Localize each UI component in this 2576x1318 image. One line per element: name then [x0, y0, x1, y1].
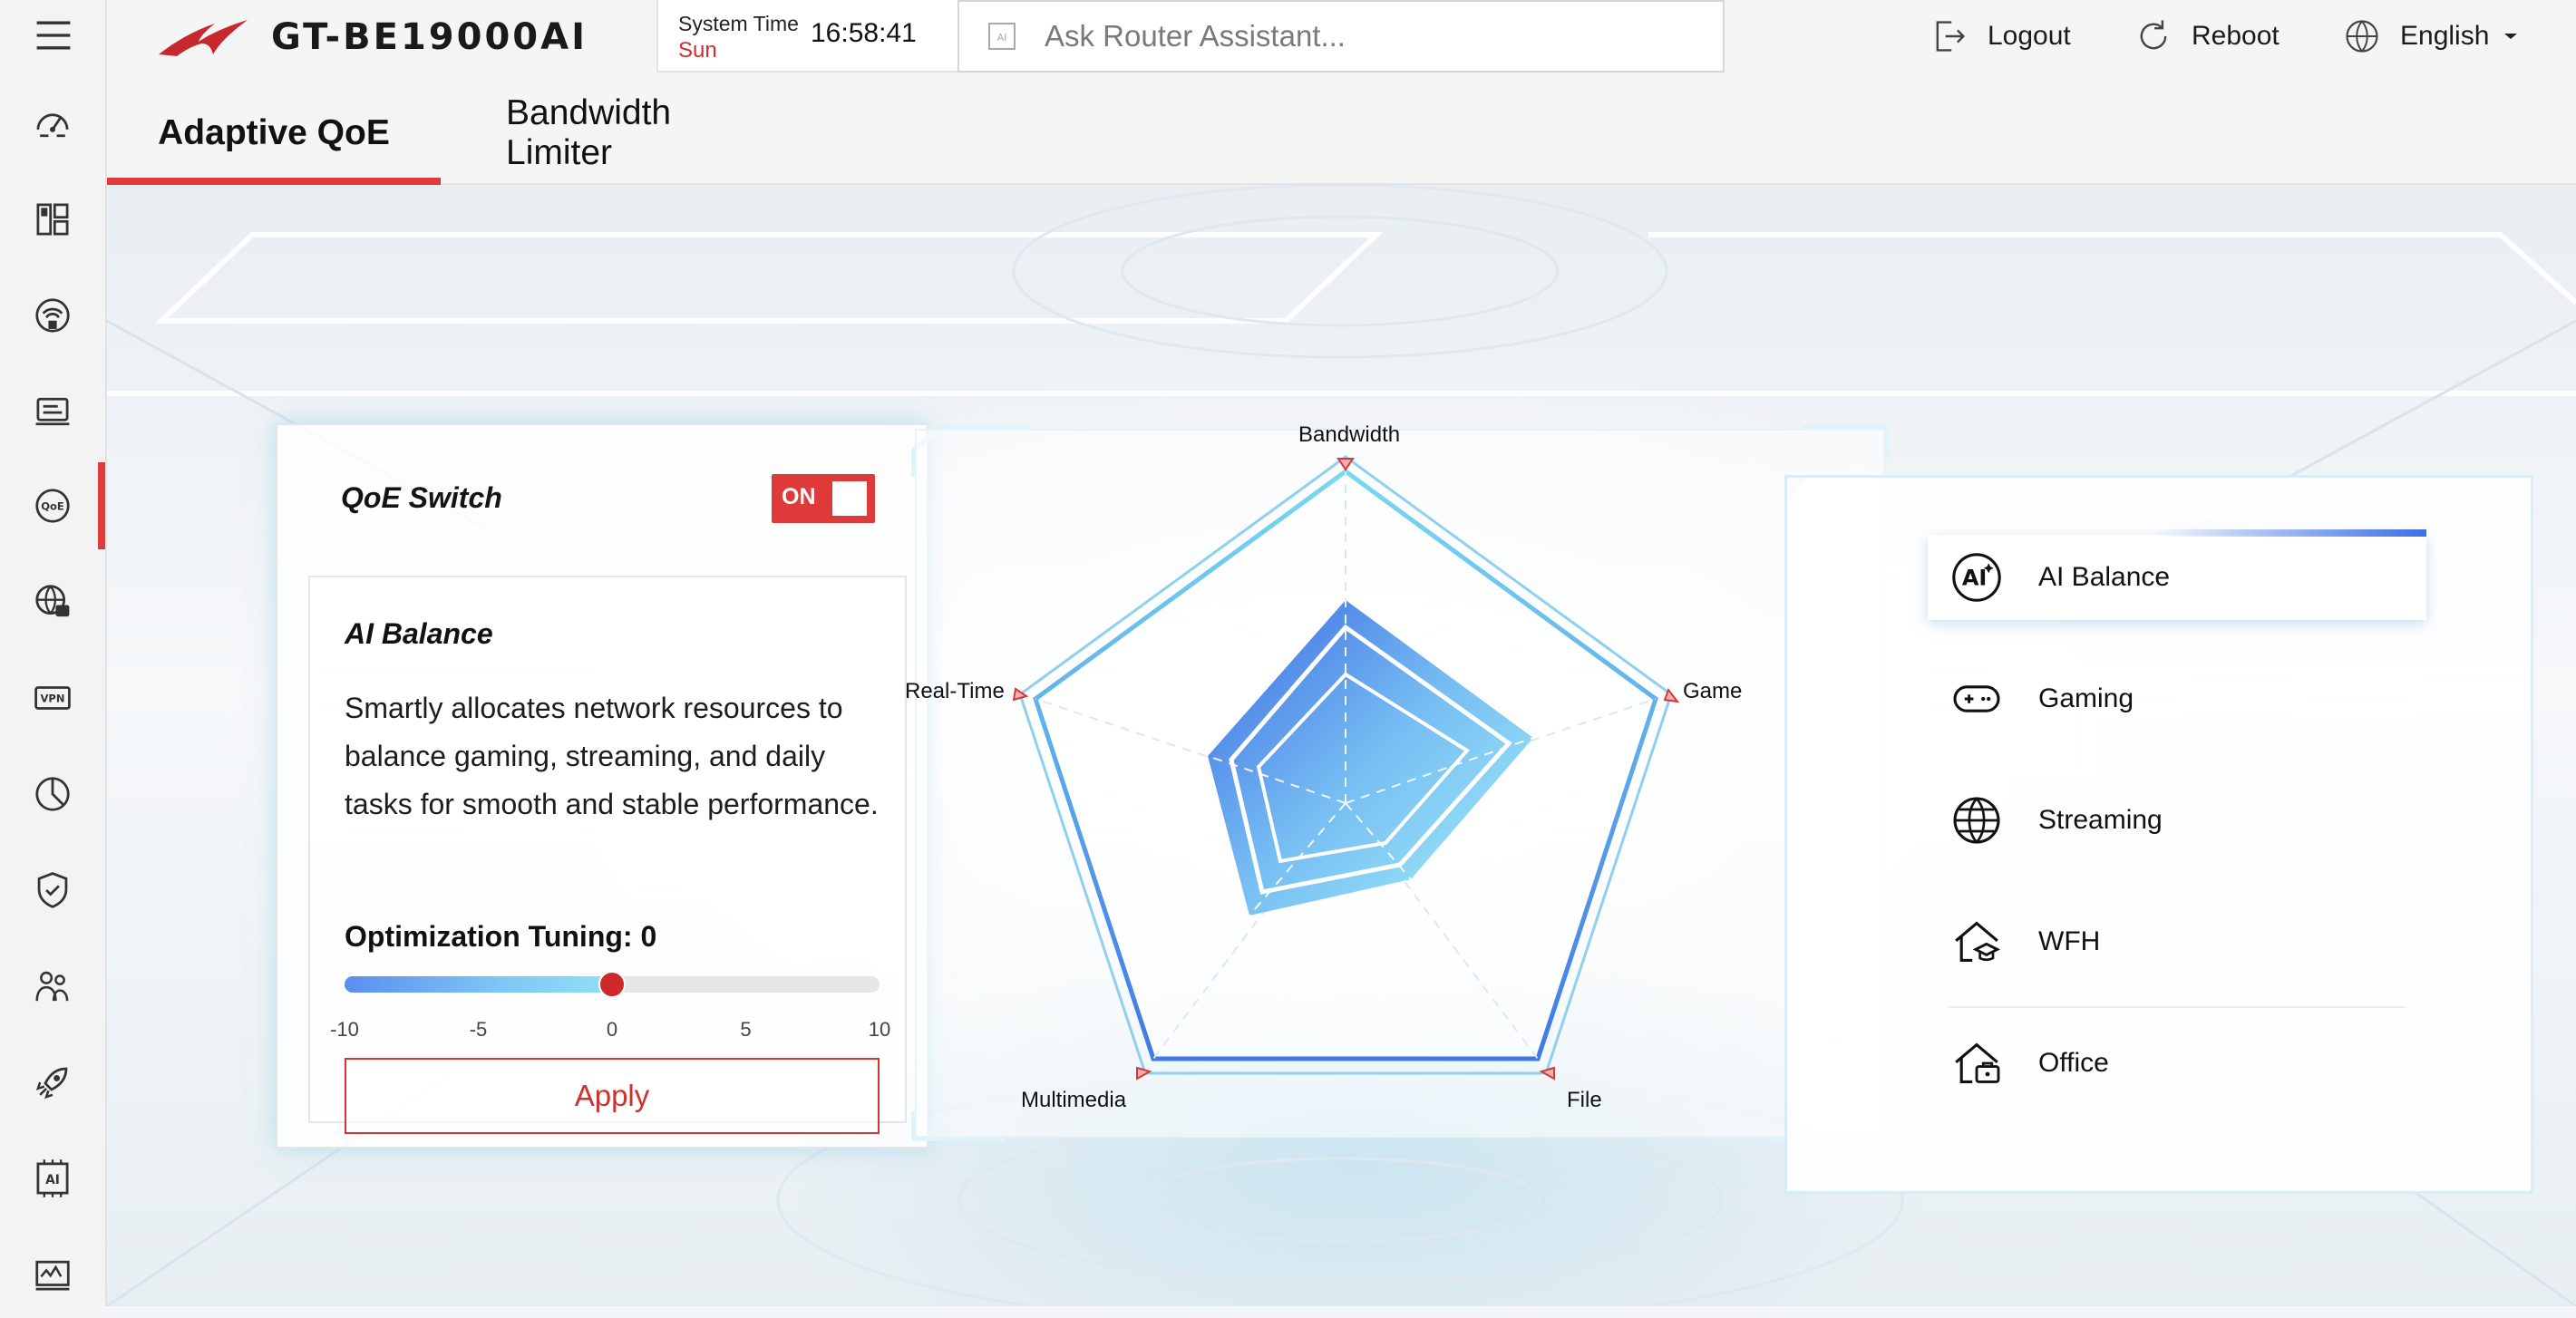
globe-lock-icon — [35, 585, 70, 617]
logout-icon — [1936, 21, 1966, 52]
nav-game-boost[interactable] — [0, 1039, 105, 1126]
slider-tick: 10 — [868, 1018, 891, 1041]
slider-tick: -5 — [469, 1018, 488, 1041]
logout-label: Logout — [1988, 21, 2071, 51]
tab-bar: Adaptive QoE Bandwidth Limiter — [107, 83, 2576, 185]
svg-text:AI: AI — [997, 32, 1007, 44]
ai-balance-icon: AI — [1952, 553, 2001, 602]
qoe-radar-chart: Bandwidth Game File Multimedia Real-Time — [896, 422, 1904, 1148]
mode-label: Gaming — [2038, 683, 2134, 713]
brand: GT-BE19000AI — [157, 9, 588, 65]
slider-tick: -10 — [330, 1018, 359, 1041]
svg-text:AI: AI — [1962, 565, 1988, 590]
chevron-down-icon — [2504, 34, 2518, 39]
qoe-icon: QoE — [35, 489, 70, 523]
nav-security[interactable] — [0, 847, 105, 934]
nav-dashboard[interactable] — [0, 80, 105, 167]
tab-adaptive-qoe[interactable]: Adaptive QoE — [107, 83, 441, 185]
game-boost-icon — [35, 1067, 68, 1100]
qoe-mode-list: AI AI Balance Gaming Streaming WFH Offic… — [1784, 475, 2533, 1194]
network-map-icon — [35, 397, 70, 426]
left-navigation: QoE VPN AI — [0, 0, 107, 1306]
ai-assistant-icon: AI — [987, 21, 1017, 52]
nav-wireless[interactable] — [0, 272, 105, 359]
mode-office[interactable]: Office — [1928, 1021, 2426, 1106]
mode-gaming[interactable]: Gaming — [1928, 656, 2426, 741]
nav-internet[interactable] — [0, 558, 105, 645]
toggle-knob — [832, 481, 867, 516]
wifi-icon — [35, 298, 70, 333]
system-log-icon — [35, 1260, 70, 1291]
nav-qoe[interactable]: QoE — [0, 462, 105, 549]
qoe-settings-panel: QoE Switch ON AI Balance Smartly allocat… — [276, 423, 928, 1148]
nav-network-map[interactable] — [0, 368, 105, 455]
slider-tick: 5 — [740, 1018, 752, 1041]
mode-description: Smartly allocates network resources to b… — [345, 692, 879, 820]
radar-axis-label: Real-Time — [905, 679, 1005, 703]
router-assistant-search[interactable]: AI — [957, 0, 1725, 73]
mode-label: AI Balance — [2038, 562, 2171, 592]
mode-label: WFH — [2038, 926, 2101, 956]
optimization-tuning-label: Optimization Tuning: 0 — [345, 920, 657, 953]
reboot-icon — [2140, 20, 2167, 50]
qoe-switch-toggle[interactable]: ON — [772, 474, 875, 523]
dashboard-icon — [36, 113, 69, 138]
slider-tick: 0 — [606, 1018, 618, 1041]
assistant-input[interactable] — [1043, 18, 1681, 54]
family-icon — [35, 971, 69, 1002]
optimization-tuning-slider[interactable] — [345, 971, 880, 998]
traffic-analyzer-icon — [35, 777, 70, 811]
nav-system-log[interactable] — [0, 1231, 105, 1318]
mode-label: Office — [2038, 1048, 2109, 1078]
radar-axis-label: Multimedia — [1021, 1088, 1127, 1112]
tab-bandwidth-limiter[interactable]: Bandwidth Limiter — [506, 83, 778, 183]
system-time-label: System Time — [678, 12, 799, 35]
radar-axis-label: Game — [1683, 679, 1743, 703]
mode-label: Streaming — [2038, 805, 2163, 835]
reboot-label: Reboot — [2192, 21, 2280, 51]
language-label: English — [2400, 21, 2490, 51]
nav-parental[interactable] — [0, 943, 105, 1030]
nav-widgets[interactable] — [0, 176, 105, 263]
radar-axis-label: File — [1567, 1088, 1602, 1112]
globe-icon — [1953, 797, 2000, 844]
mode-title: AI Balance — [345, 617, 493, 650]
system-day: Sun — [678, 38, 717, 63]
mode-details: AI Balance Smartly allocates network res… — [308, 576, 907, 1134]
widgets-icon — [36, 203, 69, 236]
mode-ai-balance[interactable]: AI AI Balance — [1928, 529, 2426, 620]
hamburger-menu-icon[interactable] — [31, 13, 76, 58]
nav-vpn[interactable]: VPN — [0, 654, 105, 741]
mode-streaming[interactable]: Streaming — [1928, 778, 2426, 863]
home-briefcase-icon — [1955, 1042, 2000, 1083]
svg-text:VPN: VPN — [41, 693, 65, 705]
reboot-button[interactable]: Reboot — [2134, 11, 2280, 62]
qoe-switch-label: QoE Switch — [341, 481, 502, 514]
vpn-icon: VPN — [34, 686, 71, 710]
language-selector[interactable]: English — [2342, 11, 2520, 62]
toggle-state-label: ON — [782, 484, 816, 509]
svg-text:AI: AI — [45, 1173, 60, 1187]
nav-traffic-analyzer[interactable] — [0, 751, 105, 838]
globe-icon — [2346, 20, 2378, 53]
mode-separator — [1948, 1006, 2406, 1008]
security-icon — [37, 872, 68, 908]
svg-text:QoE: QoE — [41, 500, 64, 513]
router-model: GT-BE19000AI — [271, 16, 588, 58]
logout-button[interactable]: Logout — [1930, 11, 2071, 62]
gamepad-icon — [1953, 685, 2000, 712]
slider-fill — [345, 976, 612, 993]
ai-icon: AI — [36, 1159, 69, 1197]
slider-thumb[interactable] — [598, 971, 626, 998]
system-clock: 16:58:41 — [811, 18, 917, 48]
radar-svg — [911, 425, 1889, 1141]
apply-button[interactable]: Apply — [345, 1058, 880, 1134]
top-header: GT-BE19000AI System Time Sun 16:58:41 AI… — [107, 0, 2576, 83]
radar-axis-label: Bandwidth — [1298, 422, 1401, 447]
rog-logo-icon[interactable] — [157, 15, 251, 60]
home-graduation-icon — [1955, 921, 2001, 962]
nav-ai[interactable]: AI — [0, 1135, 105, 1222]
mode-wfh[interactable]: WFH — [1928, 899, 2426, 984]
